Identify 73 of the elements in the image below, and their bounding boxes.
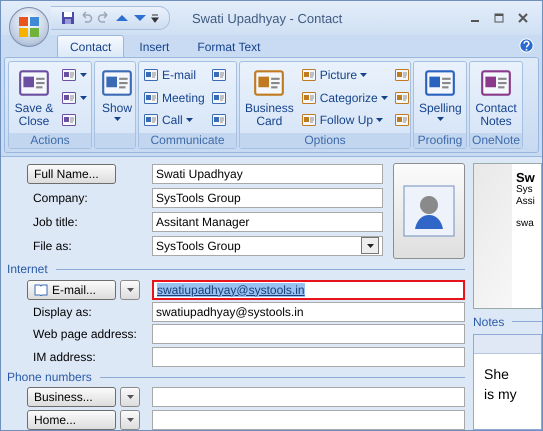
field-button[interactable]: E-mail... (27, 280, 116, 300)
close-icon[interactable] (518, 13, 528, 23)
section-heading: Internet (7, 262, 48, 276)
input-field[interactable]: swatiupadhyay@systools.in (152, 280, 465, 300)
ribbon-button[interactable]: Contact Notes (472, 64, 520, 131)
caret-icon (114, 117, 120, 121)
input-field[interactable]: Swati Upadhyay (152, 164, 383, 184)
person-icon (403, 185, 455, 237)
ribbon-button[interactable]: Meeting (141, 88, 207, 108)
card-text: Sys (516, 184, 534, 196)
card-text: Assi (516, 196, 536, 208)
field-label: Display as: (32, 304, 92, 319)
field-label: Web page address: (32, 327, 137, 342)
group-label: Options (240, 133, 410, 148)
field-button[interactable]: Business... (27, 387, 116, 408)
ribbon-button[interactable]: Follow Up (298, 110, 390, 130)
card-text: swa (516, 218, 535, 230)
dropdown-button[interactable] (120, 387, 140, 408)
group-label: Actions (9, 133, 91, 148)
ribbon-button[interactable]: Spelling (416, 64, 465, 131)
caret-icon (186, 118, 193, 122)
dropdown-button[interactable] (120, 410, 140, 430)
maximize-icon[interactable] (494, 13, 504, 23)
ribbon-button[interactable]: Call (141, 110, 207, 130)
field-label: Company: (32, 190, 88, 204)
ribbon-button[interactable]: Categorize (298, 88, 390, 108)
ribbon-button[interactable]: E-mail (141, 65, 207, 85)
section-heading: Phone numbers (7, 370, 92, 384)
caret-icon (80, 73, 87, 77)
card-text: Sw (516, 172, 536, 184)
caret-icon (380, 96, 388, 100)
group-label: OneNote (470, 133, 522, 148)
ribbon-tab[interactable]: Contact (57, 35, 124, 57)
group-label: Proofing (414, 133, 466, 148)
ribbon-tab[interactable]: Insert (126, 35, 182, 57)
caret-icon (366, 244, 374, 248)
notes-field[interactable]: She is my (473, 334, 542, 430)
field-label: IM address: (32, 350, 96, 364)
input-field[interactable]: Assitant Manager (152, 212, 383, 232)
caret-icon (376, 118, 384, 122)
dropdown-button[interactable] (120, 280, 140, 300)
ribbon-button[interactable]: Save & Close (11, 64, 57, 131)
section-heading: Notes (473, 314, 504, 328)
input-field[interactable]: swatiupadhyay@systools.in (152, 302, 465, 322)
input-field[interactable]: SysTools Group (152, 188, 383, 208)
group-label: Communicate (139, 133, 236, 148)
ribbon-tab[interactable]: Format Text (184, 35, 274, 57)
window-title: Swati Upadhyay - Contact (192, 10, 342, 26)
field-button[interactable]: Full Name... (27, 164, 116, 184)
caret-icon (360, 73, 368, 77)
caret-icon (126, 418, 134, 422)
input-field[interactable] (152, 324, 465, 344)
input-field[interactable] (152, 346, 465, 367)
customize-icon[interactable] (151, 13, 159, 23)
logo-icon (18, 16, 40, 38)
group-footer (95, 133, 135, 148)
office-button[interactable] (9, 7, 49, 47)
caret-icon (80, 96, 87, 100)
contact-photo-button[interactable] (393, 163, 465, 259)
caret-icon (126, 288, 134, 292)
caret-icon (436, 117, 444, 121)
combo-box[interactable]: SysTools Group (152, 236, 383, 256)
ribbon-button[interactable]: Picture (298, 65, 390, 85)
field-button[interactable]: Home... (27, 410, 116, 430)
ribbon-button[interactable]: Business Card (242, 64, 297, 131)
field-label: File as: (32, 238, 72, 252)
caret-icon (126, 395, 134, 400)
address-book-icon (34, 284, 48, 296)
help-icon[interactable] (519, 38, 534, 53)
input-field[interactable] (152, 387, 465, 408)
ribbon-button[interactable]: Show (97, 64, 137, 131)
input-field[interactable] (152, 410, 465, 430)
field-label: Job title: (32, 214, 78, 228)
